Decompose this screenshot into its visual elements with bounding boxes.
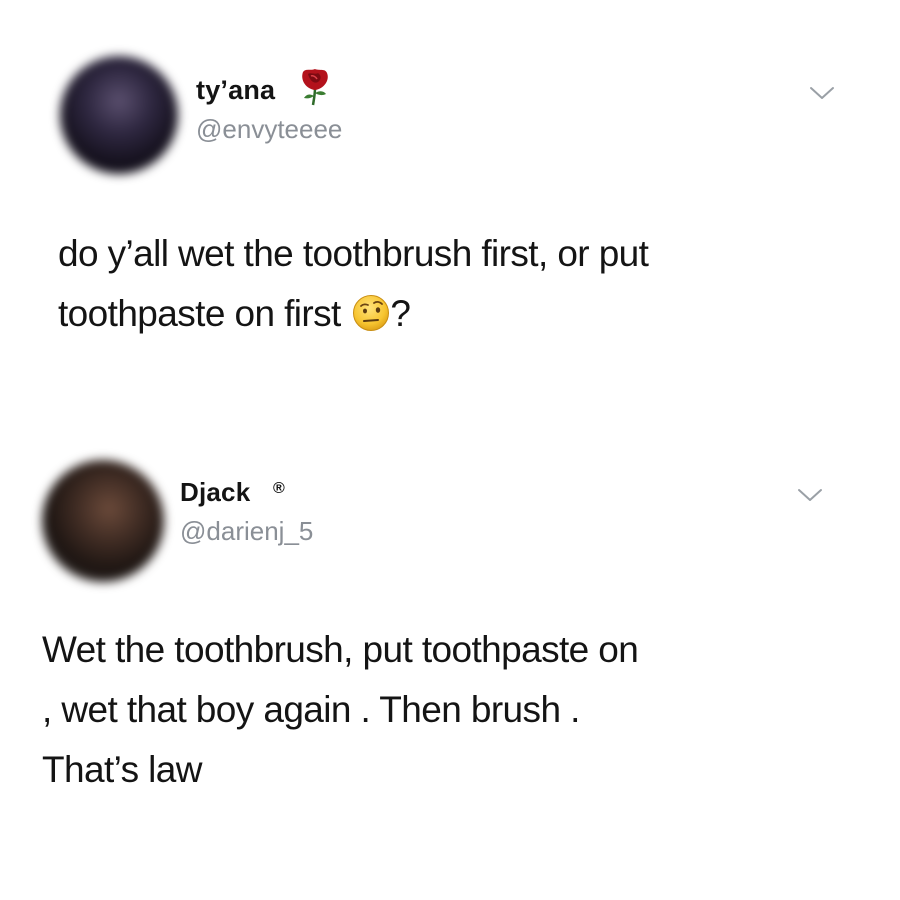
tweet-reply: Djack ® @darienj_5 Wet the toothbrush, p… [0,420,900,900]
tweet-text-fragment: toothpaste on first [58,293,341,334]
display-name[interactable]: Djack [180,477,250,508]
registered-badge: ® [273,480,285,497]
tweet-original: ty’ana @envyteeee do y’all wet the tooth… [0,0,900,420]
tweet-text-line: That’s law [42,749,202,790]
chevron-down-icon[interactable] [808,84,836,102]
tweet-text: Wet the toothbrush, put toothpaste on , … [42,620,639,800]
raised-eyebrow-face-icon [353,295,390,331]
tweet-text-line: , wet that boy again . Then brush . [42,689,580,730]
display-name[interactable]: ty’ana [196,75,275,106]
tweet-text-line: toothpaste on first ? [58,284,648,344]
handle[interactable]: @envyteeee [196,114,342,145]
tweet-text: do y’all wet the toothbrush first, or pu… [58,224,649,344]
avatar[interactable] [42,460,164,582]
rose-icon [302,69,328,106]
chevron-down-icon[interactable] [796,486,824,504]
tweet-text-line: do y’all wet the toothbrush first, or pu… [58,233,649,274]
tweet-text-line: Wet the toothbrush, put toothpaste on [42,629,639,670]
handle[interactable]: @darienj_5 [180,516,313,547]
avatar[interactable] [60,56,178,174]
tweet-screenshot: ty’ana @envyteeee do y’all wet the tooth… [0,0,900,900]
tweet-text-end: ? [390,293,411,334]
